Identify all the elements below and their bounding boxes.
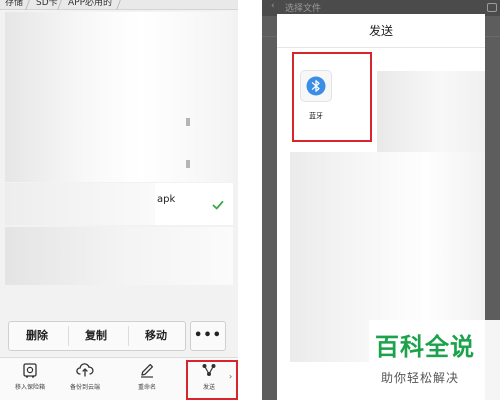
dialog-divider <box>277 47 485 48</box>
toolbar-label: 移入保险箱 <box>14 384 45 391</box>
watermark: 百科全说 助你轻松解决 <box>369 320 500 400</box>
cloud-upload-icon <box>76 363 94 377</box>
background-title: 选择文件 <box>285 4 322 14</box>
delete-button[interactable]: 删除 <box>26 322 48 350</box>
dialog-title: 发送 <box>368 24 393 38</box>
highlight-box <box>292 52 372 142</box>
copy-button[interactable]: 复制 <box>85 322 107 350</box>
action-bar: 删除 复制 移动 ••• <box>0 318 238 356</box>
blurred-mark <box>186 160 190 168</box>
breadcrumb-item-storage[interactable]: 存储 <box>5 0 23 8</box>
watermark-sub-text: 助你轻松解决 <box>381 371 460 385</box>
safe-icon <box>23 363 37 378</box>
action-button-group: 删除 复制 移动 <box>8 321 186 351</box>
send-dialog-screen: ‹ 选择文件 发送 蓝牙 百科全说 助你轻松解决 <box>262 0 500 400</box>
button-divider <box>128 326 129 346</box>
move-button[interactable]: 移动 <box>145 322 167 350</box>
breadcrumb: 存储 SD卡 APP必用的 <box>0 0 238 10</box>
toolbar-label: 备份到云端 <box>69 384 100 391</box>
file-manager-screen: 存储 SD卡 APP必用的 apk 删除 复制 移动 ••• 移入保险箱 备份到… <box>0 0 238 400</box>
file-extension: apk <box>157 194 176 205</box>
watermark-main-text: 百科全说 <box>375 333 475 361</box>
button-divider <box>68 326 69 346</box>
pencil-icon <box>141 363 154 378</box>
blurred-file-name <box>5 183 155 225</box>
file-row-selected[interactable]: apk <box>5 183 233 225</box>
more-button[interactable]: ••• <box>190 321 226 351</box>
breadcrumb-separator <box>25 0 30 10</box>
rename-button[interactable]: 重命名 <box>124 362 170 391</box>
breadcrumb-item-folder[interactable]: APP必用的 <box>68 0 112 8</box>
move-to-safe-button[interactable]: 移入保险箱 <box>7 362 53 391</box>
blurred-file-list <box>5 227 233 285</box>
backup-to-cloud-button[interactable]: 备份到云端 <box>62 362 108 391</box>
breadcrumb-item-sdcard[interactable]: SD卡 <box>36 0 58 8</box>
window-icon <box>487 3 497 12</box>
blurred-mark <box>186 118 190 126</box>
toolbar-label: 重命名 <box>137 384 156 391</box>
highlight-box <box>186 360 238 400</box>
back-icon[interactable]: ‹ <box>271 1 275 11</box>
check-icon[interactable] <box>212 199 224 211</box>
blurred-file-list <box>5 12 233 182</box>
breadcrumb-separator <box>116 0 121 10</box>
